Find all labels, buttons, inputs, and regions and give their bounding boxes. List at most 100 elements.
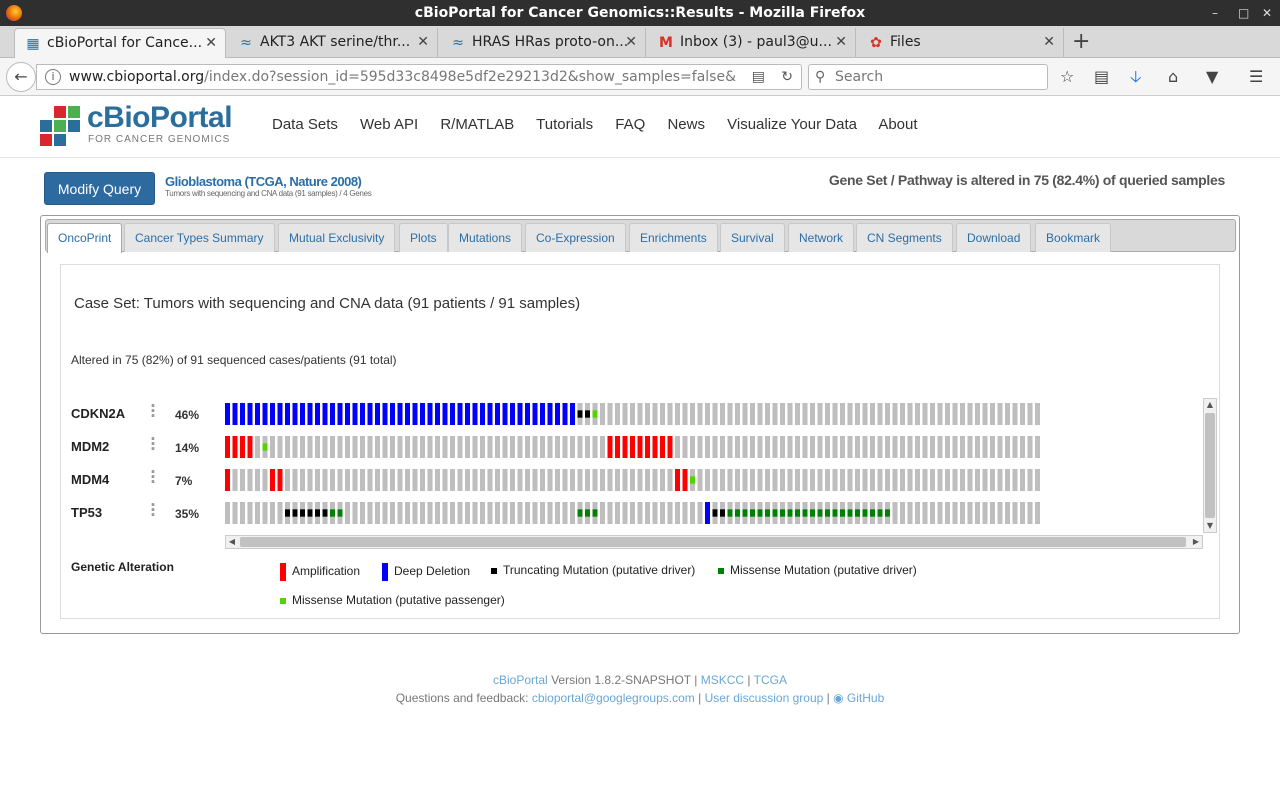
gene-label-tp53[interactable]: TP53 xyxy=(71,505,102,520)
scroll-down-icon[interactable]: ▼ xyxy=(1204,520,1216,532)
legend-item-amplification: Amplification xyxy=(280,563,360,581)
scroll-thumb[interactable] xyxy=(240,537,1186,547)
close-tab-icon[interactable]: ✕ xyxy=(205,29,217,57)
download-icon[interactable]: 🡣 xyxy=(1130,67,1142,87)
legend-swatch xyxy=(491,567,497,574)
footer-github-link[interactable]: GitHub xyxy=(847,691,884,705)
menu-icon[interactable]: ☰ xyxy=(1249,67,1263,87)
browser-tab-files[interactable]: ✿ Files ✕ xyxy=(858,28,1064,58)
browser-tab-inbox[interactable]: M Inbox (3) - paul3@u... ✕ xyxy=(648,28,856,58)
tab-label: Files xyxy=(890,34,921,50)
maximize-icon[interactable]: □ xyxy=(1238,0,1249,26)
alteration-summary: Gene Set / Pathway is altered in 75 (82.… xyxy=(828,172,1225,188)
pocket-icon[interactable]: ▼ xyxy=(1206,67,1218,87)
nav-r-matlab[interactable]: R/MATLAB xyxy=(440,116,514,133)
footer-version: Version 1.8.2-SNAPSHOT xyxy=(551,673,691,687)
browser-tabstrip: ▦ cBioPortal for Cance... ✕ ≈ AKT3 AKT s… xyxy=(0,26,1280,58)
cbioportal-logo-icon[interactable] xyxy=(40,106,80,146)
window-titlebar: cBioPortal for Cancer Genomics::Results … xyxy=(0,0,1280,26)
site-header: cBioPortal FOR CANCER GENOMICS Data Sets… xyxy=(0,96,1280,158)
bookmark-star-icon[interactable]: ☆ xyxy=(1060,67,1074,87)
dna-icon: ≈ xyxy=(452,35,464,51)
altered-cases-label: Altered in 75 (82%) of 91 sequenced case… xyxy=(71,353,397,367)
nav-visualize[interactable]: Visualize Your Data xyxy=(727,116,857,133)
track-menu-icon[interactable]: · · · xyxy=(148,399,158,424)
tab-bookmark[interactable]: Bookmark xyxy=(1035,223,1112,252)
legend-label: Deep Deletion xyxy=(394,564,471,579)
browser-tab-cbioportal[interactable]: ▦ cBioPortal for Cance... ✕ xyxy=(14,28,226,58)
legend-swatch xyxy=(382,563,388,581)
gene-pct-mdm2: 14% xyxy=(175,441,200,455)
study-title-link[interactable]: Glioblastoma (TCGA, Nature 2008) xyxy=(165,174,362,189)
gene-pct-mdm4: 7% xyxy=(175,474,193,488)
firefox-icon xyxy=(6,5,22,21)
nav-web-api[interactable]: Web API xyxy=(360,116,418,133)
nav-faq[interactable]: FAQ xyxy=(615,116,645,133)
horizontal-scrollbar[interactable]: ◀ ▶ xyxy=(225,535,1203,549)
modify-query-button[interactable]: Modify Query xyxy=(44,172,155,205)
close-tab-icon[interactable]: ✕ xyxy=(625,28,637,56)
gene-label-mdm4[interactable]: MDM4 xyxy=(71,472,109,487)
footer-tcga-link[interactable]: TCGA xyxy=(754,673,787,687)
tab-mutations[interactable]: Mutations xyxy=(448,223,523,252)
legend-label: Amplification xyxy=(292,564,361,579)
browser-tab-akt3[interactable]: ≈ AKT3 AKT serine/thr... ✕ xyxy=(228,28,438,58)
nav-data-sets[interactable]: Data Sets xyxy=(272,116,338,133)
tab-mutual-exclusivity[interactable]: Mutual Exclusivity xyxy=(278,223,396,252)
browser-tab-hras[interactable]: ≈ HRAS HRas proto-on... ✕ xyxy=(440,28,646,58)
scroll-thumb[interactable] xyxy=(1205,413,1215,518)
search-input[interactable]: ⚲ Search xyxy=(808,64,1048,90)
close-tab-icon[interactable]: ✕ xyxy=(1043,28,1055,56)
logo-text[interactable]: cBioPortal xyxy=(87,101,233,135)
info-icon[interactable]: i xyxy=(45,69,61,85)
tab-plots[interactable]: Plots xyxy=(399,223,448,252)
close-tab-icon[interactable]: ✕ xyxy=(417,28,429,56)
gene-pct-cdkn2a: 46% xyxy=(175,408,200,422)
close-tab-icon[interactable]: ✕ xyxy=(835,28,847,56)
tab-enrichments[interactable]: Enrichments xyxy=(629,223,718,252)
legend-title: Genetic Alteration xyxy=(71,560,174,574)
dna-icon: ≈ xyxy=(240,35,252,51)
close-window-icon[interactable]: ✕ xyxy=(1262,0,1272,26)
scroll-right-icon[interactable]: ▶ xyxy=(1190,536,1202,548)
nav-tutorials[interactable]: Tutorials xyxy=(536,116,593,133)
files-icon: ✿ xyxy=(870,35,882,51)
cbioportal-favicon-icon: ▦ xyxy=(26,36,40,52)
footer-feedback-label: Questions and feedback: xyxy=(395,691,529,705)
tab-oncoprint[interactable]: OncoPrint xyxy=(47,223,123,253)
gene-label-cdkn2a[interactable]: CDKN2A xyxy=(71,406,125,421)
footer-email-link[interactable]: cbioportal@googlegroups.com xyxy=(532,691,695,705)
tab-cancer-types-summary[interactable]: Cancer Types Summary xyxy=(124,223,275,252)
url-host: www.cbioportal.org xyxy=(69,69,205,85)
track-menu-icon[interactable]: · · · xyxy=(148,432,158,457)
footer-group-link[interactable]: User discussion group xyxy=(705,691,824,705)
minimize-icon[interactable]: – xyxy=(1212,0,1218,26)
scroll-up-icon[interactable]: ▲ xyxy=(1204,399,1216,411)
url-bar[interactable]: i www.cbioportal.org/index.do?session_id… xyxy=(36,64,802,90)
home-icon[interactable]: ⌂ xyxy=(1168,67,1178,87)
tab-label: AKT3 AKT serine/thr... xyxy=(260,34,411,50)
back-arrow-icon[interactable]: ← xyxy=(6,62,36,92)
footer-mskcc-link[interactable]: MSKCC xyxy=(701,673,744,687)
nav-about[interactable]: About xyxy=(878,116,917,133)
reload-icon[interactable]: ↻ xyxy=(781,65,793,89)
reading-list-icon[interactable]: ▤ xyxy=(1094,67,1109,87)
tab-network[interactable]: Network xyxy=(788,223,855,252)
tab-survival[interactable]: Survival xyxy=(720,223,785,252)
logo-subtitle: FOR CANCER GENOMICS xyxy=(88,134,231,145)
vertical-scrollbar[interactable]: ▲ ▼ xyxy=(1203,398,1217,533)
track-menu-icon[interactable]: · · · xyxy=(148,498,158,523)
footer-line-1: cBioPortal Version 1.8.2-SNAPSHOT | MSKC… xyxy=(493,673,787,687)
new-tab-icon[interactable]: + xyxy=(1072,28,1090,56)
track-menu-icon[interactable]: · · · xyxy=(148,465,158,490)
gene-label-mdm2[interactable]: MDM2 xyxy=(71,439,109,454)
tab-co-expression[interactable]: Co-Expression xyxy=(525,223,626,252)
tab-cn-segments[interactable]: CN Segments xyxy=(856,223,953,252)
gmail-icon: M xyxy=(659,35,673,51)
tab-download[interactable]: Download xyxy=(956,223,1032,252)
url-path: /index.do?session_id=595d33c8498e5df2e29… xyxy=(204,69,737,85)
scroll-left-icon[interactable]: ◀ xyxy=(226,536,238,548)
reader-view-icon[interactable]: ▤ xyxy=(752,65,765,89)
nav-news[interactable]: News xyxy=(667,116,705,133)
footer-cbioportal-link[interactable]: cBioPortal xyxy=(493,673,548,687)
